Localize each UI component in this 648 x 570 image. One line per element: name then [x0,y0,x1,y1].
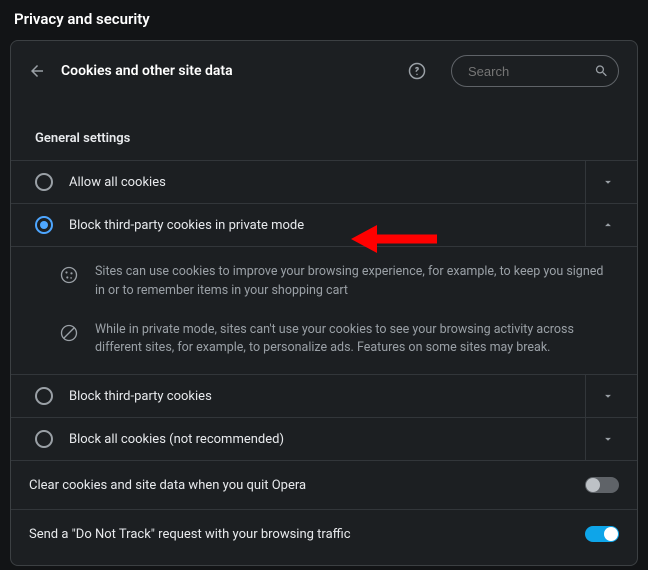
radio-label: Block third-party cookies in private mod… [69,218,569,233]
collapse-button[interactable] [585,204,629,246]
do-not-track-row: Send a "Do Not Track" request with your … [11,509,637,558]
radio-icon [35,173,53,191]
detail-text: While in private mode, sites can't use y… [95,321,613,359]
detail-line: Sites can use cookies to improve your br… [59,253,613,311]
option-block-third-party[interactable]: Block third-party cookies [11,374,637,417]
panel-header: Cookies and other site data [11,41,637,101]
expand-button[interactable] [585,418,629,460]
option-details: Sites can use cookies to improve your br… [11,246,637,374]
general-settings-heading: General settings [11,101,637,160]
chevron-up-icon [601,218,615,232]
chevron-down-icon [601,389,615,403]
radio-label: Block third-party cookies [69,389,569,404]
toggle-label: Clear cookies and site data when you qui… [29,478,573,493]
back-button[interactable] [25,59,49,83]
search-input[interactable] [451,55,619,87]
page-title: Privacy and security [0,0,648,40]
chevron-down-icon [601,175,615,189]
help-icon [408,62,426,80]
option-block-all-cookies[interactable]: Block all cookies (not recommended) [11,417,637,460]
cookie-icon [59,265,79,285]
toggle-label: Send a "Do Not Track" request with your … [29,527,573,542]
expand-button[interactable] [585,161,629,203]
radio-label: Allow all cookies [69,175,569,190]
detail-text: Sites can use cookies to improve your br… [95,263,613,301]
option-allow-all-cookies[interactable]: Allow all cookies [11,160,637,203]
search-field[interactable] [451,55,619,87]
panel-title: Cookies and other site data [61,63,393,79]
option-block-third-party-private[interactable]: Block third-party cookies in private mod… [11,203,637,246]
clear-on-quit-row: Clear cookies and site data when you qui… [11,460,637,509]
block-icon [59,323,79,343]
settings-panel: Cookies and other site data General sett… [10,40,638,566]
help-button[interactable] [405,59,429,83]
radio-icon [35,387,53,405]
arrow-left-icon [28,62,46,80]
radio-label: Block all cookies (not recommended) [69,432,569,447]
clear-on-quit-toggle[interactable] [585,477,619,493]
radio-icon [35,216,53,234]
radio-icon [35,430,53,448]
do-not-track-toggle[interactable] [585,526,619,542]
chevron-down-icon [601,432,615,446]
detail-line: While in private mode, sites can't use y… [59,311,613,369]
expand-button[interactable] [585,375,629,417]
